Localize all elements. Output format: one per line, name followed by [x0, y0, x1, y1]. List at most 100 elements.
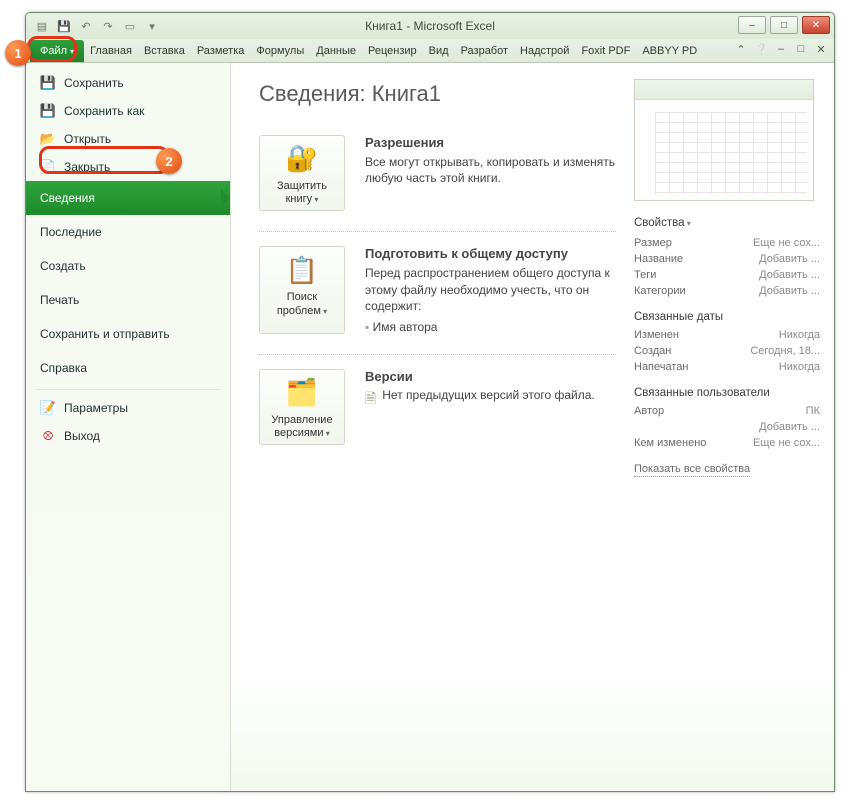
prop-value: Добавить ... — [759, 253, 820, 265]
document-thumbnail[interactable] — [634, 79, 814, 201]
prop-key: Изменен — [634, 329, 679, 341]
exit-icon: ⮾ — [40, 428, 56, 444]
nav-separator — [36, 389, 220, 390]
mdi-close-icon[interactable]: ✕ — [814, 42, 828, 56]
qat-print-icon[interactable]: ▭ — [120, 16, 140, 36]
permissions-text: Все могут открывать, копировать и изменя… — [365, 154, 616, 186]
tab-insert[interactable]: Вставка — [138, 40, 191, 62]
nav-save-send[interactable]: Сохранить и отправить — [26, 317, 230, 351]
quick-access-toolbar: ▤ 💾 ↶ ↷ ▭ ▾ — [26, 16, 162, 36]
prop-row-title[interactable]: НазваниеДобавить ... — [634, 251, 820, 267]
tab-abbyy[interactable]: ABBYY PD — [636, 40, 703, 62]
tab-data[interactable]: Данные — [310, 40, 362, 62]
nav-recent-label: Последние — [40, 225, 216, 239]
versions-icon: 🗂️ — [285, 376, 319, 410]
show-all-properties-link[interactable]: Показать все свойства — [634, 463, 750, 477]
tab-formulas[interactable]: Формулы — [250, 40, 310, 62]
annotation-ring-file — [27, 36, 77, 62]
mdi-restore-icon[interactable]: □ — [794, 42, 808, 56]
permissions-heading: Разрешения — [365, 135, 616, 150]
prop-value: Добавить ... — [759, 285, 820, 297]
qat-save-icon[interactable]: 💾 — [54, 16, 74, 36]
nav-help-label: Справка — [40, 361, 216, 375]
versions-heading: Версии — [365, 369, 616, 384]
tab-home[interactable]: Главная — [84, 40, 138, 62]
nav-new-label: Создать — [40, 259, 216, 273]
prop-value: Сегодня, 18... — [750, 345, 820, 357]
nav-exit-label: Выход — [64, 429, 216, 443]
tab-review[interactable]: Рецензир — [362, 40, 423, 62]
qat-redo-icon[interactable]: ↷ — [98, 16, 118, 36]
prop-value: Добавить ... — [759, 421, 820, 433]
nav-recent[interactable]: Последние — [26, 215, 230, 249]
app-icon[interactable]: ▤ — [32, 16, 52, 36]
ribbon-tabs: Файл Главная Вставка Разметка Формулы Да… — [26, 39, 834, 63]
window-maximize-button[interactable]: □ — [770, 16, 798, 34]
people-row-add-author[interactable]: Добавить ... — [634, 419, 820, 435]
protect-workbook-button[interactable]: 🔐 Защитить книгу — [259, 135, 345, 211]
window-close-button[interactable]: ✕ — [802, 16, 830, 34]
nav-print-label: Печать — [40, 293, 216, 307]
mdi-minimize-icon[interactable]: – — [774, 42, 788, 56]
prop-key: Создан — [634, 345, 671, 357]
folder-open-icon: 📂 — [40, 131, 56, 147]
tab-foxit[interactable]: Foxit PDF — [575, 40, 636, 62]
titlebar: ▤ 💾 ↶ ↷ ▭ ▾ Книга1 - Microsoft Excel – □… — [26, 13, 834, 39]
related-people-heading: Связанные пользователи — [634, 387, 820, 399]
ribbon-minimize-icon[interactable]: ⌃ — [734, 42, 748, 56]
nav-save-send-label: Сохранить и отправить — [40, 327, 216, 341]
tab-developer[interactable]: Разработ — [455, 40, 514, 62]
thumbnail-ribbon — [635, 80, 813, 100]
qat-undo-icon[interactable]: ↶ — [76, 16, 96, 36]
nav-save-label: Сохранить — [64, 76, 216, 90]
document-icon: 🗎 — [365, 388, 376, 412]
nav-exit[interactable]: ⮾ Выход — [26, 422, 230, 450]
tab-addins[interactable]: Надстрой — [514, 40, 575, 62]
section-prepare: 📋 Поиск проблем Подготовить к общему дос… — [259, 232, 616, 355]
tab-layout[interactable]: Разметка — [191, 40, 251, 62]
annotation-marker-1: 1 — [5, 40, 31, 66]
protect-workbook-label: Защитить книгу — [264, 180, 340, 206]
properties-heading[interactable]: Свойства — [634, 217, 820, 229]
nav-options[interactable]: 📝 Параметры — [26, 394, 230, 422]
prop-row-tags[interactable]: ТегиДобавить ... — [634, 267, 820, 283]
date-row-printed: Напечатан Никогда — [634, 359, 820, 375]
prop-key: Кем изменено — [634, 437, 706, 449]
manage-versions-button[interactable]: 🗂️ Управление версиями — [259, 369, 345, 445]
nav-save-as[interactable]: 💾Сохранить как — [26, 97, 230, 125]
nav-help[interactable]: Справка — [26, 351, 230, 385]
prop-value: Добавить ... — [759, 269, 820, 281]
nav-info-label: Сведения — [40, 191, 216, 205]
info-main: Сведения: Книга1 🔐 Защитить книгу Разреш… — [231, 63, 634, 791]
thumbnail-grid — [655, 112, 807, 194]
nav-save[interactable]: 💾Сохранить — [26, 69, 230, 97]
window-minimize-button[interactable]: – — [738, 16, 766, 34]
page-title: Сведения: Книга1 — [259, 81, 616, 107]
help-icon[interactable]: ❔ — [754, 42, 768, 56]
prepare-bullet-author: Имя автора — [365, 320, 616, 334]
prop-key: Категории — [634, 285, 686, 297]
prop-key: Размер — [634, 237, 672, 249]
date-row-modified: ИзмененНикогда — [634, 327, 820, 343]
clipboard-check-icon: 📋 — [285, 253, 319, 287]
options-icon: 📝 — [40, 400, 56, 416]
nav-print[interactable]: Печать — [26, 283, 230, 317]
prepare-text: Перед распространением общего доступа к … — [365, 265, 616, 314]
check-issues-label: Поиск проблем — [264, 291, 340, 317]
tab-view[interactable]: Вид — [423, 40, 455, 62]
annotation-ring-open — [39, 146, 169, 174]
prop-key: Напечатан — [634, 361, 688, 373]
nav-info[interactable]: Сведения — [26, 181, 230, 215]
nav-new[interactable]: Создать — [26, 249, 230, 283]
prop-row-size: РазмерЕще не сох... — [634, 235, 820, 251]
app-window: ▤ 💾 ↶ ↷ ▭ ▾ Книга1 - Microsoft Excel – □… — [25, 12, 835, 792]
check-issues-button[interactable]: 📋 Поиск проблем — [259, 246, 345, 334]
qat-customize-icon[interactable]: ▾ — [142, 16, 162, 36]
annotation-marker-2: 2 — [156, 148, 182, 174]
prop-value: Еще не сох... — [753, 437, 820, 449]
prop-value: Никогда — [779, 361, 820, 373]
prop-row-categories[interactable]: Категории Добавить ... — [634, 283, 820, 299]
versions-text: Нет предыдущих версий этого файла. — [382, 388, 595, 402]
nav-open-label: Открыть — [64, 132, 216, 146]
nav-options-label: Параметры — [64, 401, 216, 415]
